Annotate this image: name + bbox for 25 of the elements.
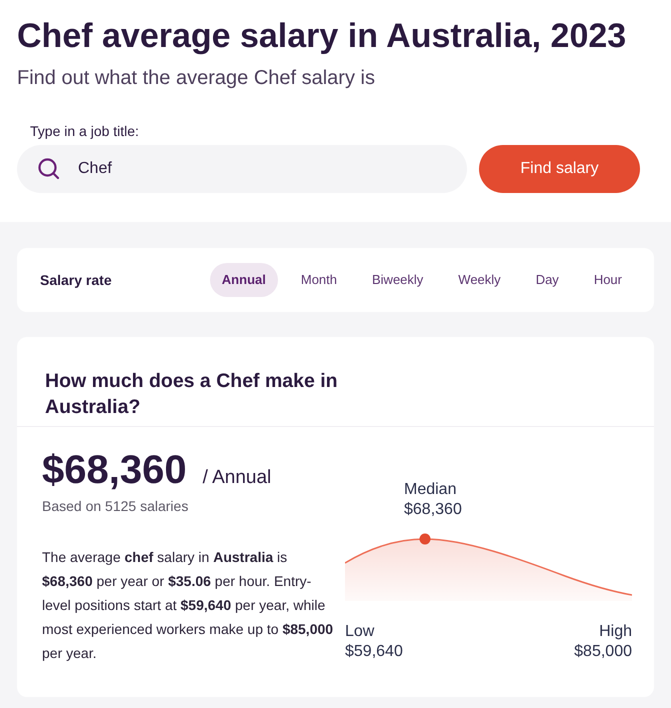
- median-marker-icon: [420, 534, 430, 544]
- median-value: $68,360: [404, 500, 462, 520]
- find-salary-button[interactable]: Find salary: [479, 145, 640, 193]
- salary-amount: $68,360: [42, 448, 187, 492]
- rate-tab[interactable]: Annual: [210, 263, 278, 297]
- low-label: Low: [345, 622, 374, 642]
- median-label: Median: [404, 480, 456, 500]
- rate-tab[interactable]: Day: [524, 263, 571, 297]
- job-title-field[interactable]: Chef: [17, 145, 467, 193]
- high-value: $85,000: [574, 642, 632, 662]
- salary-unit: / Annual: [202, 466, 272, 490]
- low-value: $59,640: [345, 642, 403, 662]
- rate-tab[interactable]: Weekly: [446, 263, 513, 297]
- rate-tab[interactable]: Hour: [582, 263, 634, 297]
- salary-rate-label: Salary rate: [40, 270, 112, 290]
- search-icon: [38, 158, 60, 180]
- page-subtitle: Find out what the average Chef salary is: [17, 66, 375, 91]
- rate-tab[interactable]: Biweekly: [360, 263, 436, 297]
- rate-tab[interactable]: Month: [288, 263, 349, 297]
- summary-heading: How much does a Chef make in Australia?: [45, 369, 339, 420]
- salary-basis: Based on 5125 salaries: [42, 496, 188, 514]
- salary-description: The average chef salary in Australia is $68,360 per year or $35.06 per hour. Entry-level positions start at $59,640 per year, while most experienced workers make up to $85,000 per year.: [42, 548, 334, 663]
- page-title: Chef average salary in Australia, 2023: [17, 16, 626, 56]
- high-label: High: [599, 622, 632, 642]
- field-label: Type in a job title:: [30, 122, 139, 140]
